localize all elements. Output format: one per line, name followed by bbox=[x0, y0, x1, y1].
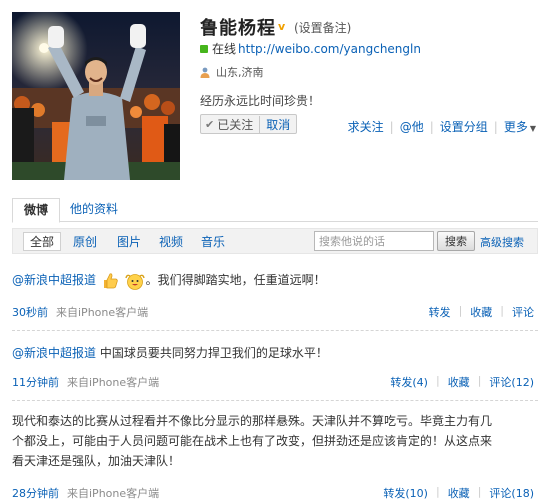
followed-status: ✔ 已关注 bbox=[201, 116, 259, 133]
feed-post: @新浪中超报道 。我们得脚踏实地，任重道远啊！ bbox=[12, 270, 538, 290]
post-author-link[interactable]: @新浪中超报道 bbox=[12, 273, 96, 287]
follow-status-box: ✔ 已关注 取消 bbox=[200, 114, 298, 134]
post-author-link[interactable]: @新浪中超报道 bbox=[12, 346, 96, 360]
op-separator: | bbox=[458, 304, 463, 317]
op-separator: | bbox=[500, 304, 504, 317]
filter-pictures[interactable]: 图片 bbox=[117, 233, 141, 251]
more-menu-button[interactable]: 更多 ▼ bbox=[504, 118, 536, 135]
action-separator: | bbox=[389, 119, 394, 134]
tab-weibo[interactable]: 微博 bbox=[12, 198, 60, 223]
followed-label: 已关注 bbox=[217, 117, 254, 132]
profile-name: 鲁能杨程 bbox=[200, 18, 276, 39]
set-group-link[interactable]: 设置分组 bbox=[440, 118, 488, 135]
location-text: 山东,济南 bbox=[216, 66, 264, 79]
repost-button[interactable]: 转发(4) bbox=[390, 374, 428, 390]
post-divider bbox=[12, 330, 538, 331]
repost-button[interactable]: 转发(10) bbox=[383, 485, 428, 501]
online-status-label: 在线 bbox=[212, 42, 237, 56]
feed-filter-bar: 全部 原创 图片 视频 音乐 搜索 高级搜索 bbox=[12, 228, 538, 254]
profile-actions: 求关注 | @他 | 设置分组 | 更多 ▼ bbox=[348, 118, 536, 135]
filter-video[interactable]: 视频 bbox=[159, 233, 183, 251]
cheering-face-icon bbox=[124, 273, 145, 290]
favorite-button[interactable]: 收藏 bbox=[448, 485, 470, 501]
online-status-row: 在线 http://weibo.com/yangchengln bbox=[200, 40, 421, 57]
feed-post: 现代和泰达的比赛从过程看并不像比分显示的那样悬殊。天津队并不算吃亏。毕竟主力有几… bbox=[12, 411, 538, 471]
more-label: 更多 bbox=[503, 120, 528, 134]
online-status-icon bbox=[200, 44, 208, 53]
post-divider bbox=[12, 400, 538, 401]
favorite-button[interactable]: 收藏 bbox=[470, 304, 492, 320]
post-source: 来自iPhone客户端 bbox=[67, 487, 160, 500]
unfollow-button[interactable]: 取消 bbox=[259, 115, 296, 133]
post-body-line: 现代和泰达的比赛从过程看并不像比分显示的那样悬殊。天津队并不算吃亏。毕竟主力有几 bbox=[12, 414, 493, 428]
op-separator: | bbox=[435, 374, 440, 387]
filter-music[interactable]: 音乐 bbox=[201, 233, 225, 251]
post-time-link[interactable]: 30秒前 bbox=[12, 306, 48, 319]
goalkeeper-celebration-image bbox=[12, 12, 180, 180]
favorite-button[interactable]: 收藏 bbox=[448, 374, 470, 390]
post-meta: 11分钟前 来自iPhone客户端 转发(4) | 收藏 | 评论(12) bbox=[12, 374, 538, 390]
post-meta: 30秒前 来自iPhone客户端 转发 | 收藏 | 评论 bbox=[12, 304, 538, 320]
comment-button[interactable]: 评论 bbox=[512, 304, 534, 320]
post-body-line: 个都没上，可能由于人员问题可能在战术上也有了改变，但拼劲还是应该肯定的！从这点来 bbox=[12, 434, 493, 448]
profile-name-row: 鲁能杨程 v (设置备注) bbox=[200, 14, 351, 40]
filter-all[interactable]: 全部 bbox=[23, 232, 62, 251]
post-text: 现代和泰达的比赛从过程看并不像比分显示的那样悬殊。天津队并不算吃亏。毕竟主力有几… bbox=[12, 411, 538, 471]
location-row: 山东,济南 bbox=[200, 64, 264, 80]
action-separator: | bbox=[429, 119, 434, 134]
profile-photo[interactable] bbox=[12, 12, 180, 180]
post-text: @新浪中超报道 。我们得脚踏实地，任重道远啊！ bbox=[12, 270, 538, 290]
set-remark-link[interactable]: (设置备注) bbox=[294, 19, 351, 36]
post-operations: 转发 | 收藏 | 评论 bbox=[429, 304, 534, 320]
thumbs-up-icon bbox=[103, 272, 118, 288]
verified-icon: v bbox=[278, 20, 286, 33]
post-meta: 28分钟前 来自iPhone客户端 转发(10) | 收藏 | 评论(18) bbox=[12, 485, 538, 501]
advanced-search-link[interactable]: 高级搜索 bbox=[480, 234, 524, 250]
check-icon: ✔ bbox=[205, 117, 215, 131]
post-text: @新浪中超报道 中国球员要共同努力捍卫我们的足球水平！ bbox=[12, 343, 538, 363]
action-separator: | bbox=[493, 119, 498, 134]
search-button[interactable]: 搜索 bbox=[437, 231, 475, 251]
post-time-link[interactable]: 11分钟前 bbox=[12, 376, 59, 389]
person-icon bbox=[200, 67, 210, 78]
mention-link[interactable]: @他 bbox=[400, 118, 424, 135]
post-operations: 转发(4) | 收藏 | 评论(12) bbox=[390, 374, 534, 390]
op-separator: | bbox=[477, 374, 482, 387]
op-separator: | bbox=[435, 485, 440, 498]
comment-button[interactable]: 评论(18) bbox=[489, 485, 534, 501]
post-body-line: 看天津还是强队，加油天津队！ bbox=[12, 454, 181, 468]
filter-original[interactable]: 原创 bbox=[73, 233, 97, 251]
comment-button[interactable]: 评论(12) bbox=[489, 374, 534, 390]
repost-button[interactable]: 转发 bbox=[429, 304, 451, 320]
post-operations: 转发(10) | 收藏 | 评论(18) bbox=[383, 485, 534, 501]
post-body: 。我们得脚踏实地，任重道远啊！ bbox=[145, 273, 326, 287]
profile-tabs: 微博 他的资料 bbox=[12, 198, 538, 223]
op-separator: | bbox=[477, 485, 482, 498]
profile-bio: 经历永远比时间珍贵！ bbox=[200, 94, 321, 108]
tab-profile-info[interactable]: 他的资料 bbox=[70, 198, 118, 222]
post-body: 中国球员要共同努力捍卫我们的足球水平！ bbox=[96, 346, 328, 360]
follow-back-link[interactable]: 求关注 bbox=[348, 118, 384, 135]
post-source: 来自iPhone客户端 bbox=[56, 306, 149, 319]
feed-post: @新浪中超报道 中国球员要共同努力捍卫我们的足球水平！ bbox=[12, 343, 538, 363]
post-time-link[interactable]: 28分钟前 bbox=[12, 487, 59, 500]
chevron-down-icon: ▼ bbox=[529, 124, 536, 133]
profile-url-link[interactable]: http://weibo.com/yangchengln bbox=[238, 42, 421, 56]
post-source: 来自iPhone客户端 bbox=[67, 376, 160, 389]
search-input[interactable] bbox=[314, 231, 434, 251]
